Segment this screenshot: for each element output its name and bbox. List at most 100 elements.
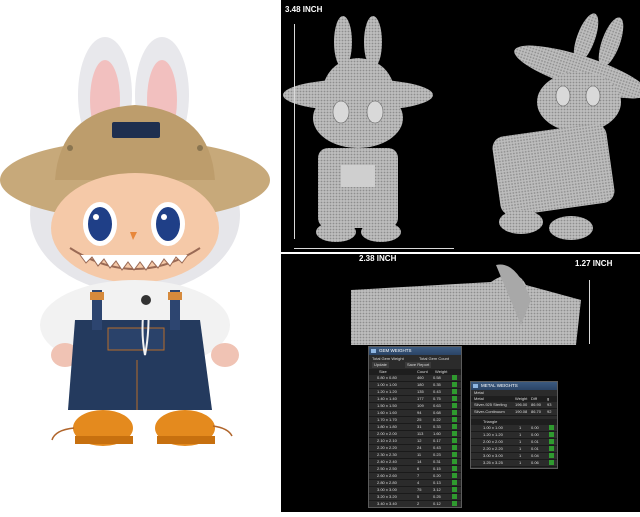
hat-crown [55, 105, 215, 180]
visibility-checkbox[interactable] [549, 439, 554, 444]
save-report-button[interactable]: Save Report [405, 362, 432, 368]
gem-row[interactable]: 0.80 x 0.80 460 0.58 [369, 375, 461, 382]
gem-cell: 0.80 x 0.80 [377, 375, 397, 380]
gem-cell: 24 [417, 445, 422, 450]
visibility-checkbox[interactable] [549, 453, 554, 458]
height-dimension-label: 3.48 INCH [285, 5, 323, 14]
visibility-checkbox[interactable] [549, 432, 554, 437]
gem-row[interactable]: 1.50 x 1.50 109 0.63 [369, 403, 461, 410]
visibility-checkbox[interactable] [452, 431, 457, 436]
gem-cell: 25 [417, 417, 422, 422]
gem-cell: 12 [417, 438, 422, 443]
gem-row[interactable]: 2.80 x 2.80 4 0.13 [369, 480, 461, 487]
visibility-checkbox[interactable] [452, 375, 457, 380]
visibility-checkbox[interactable] [549, 425, 554, 430]
gem-cell: 2.20 x 2.20 [377, 445, 397, 450]
visibility-checkbox[interactable] [452, 480, 457, 485]
gem-cell: 180 [417, 382, 424, 387]
metal-cell: 93 [547, 402, 552, 407]
visibility-checkbox[interactable] [452, 389, 457, 394]
gem-cell: 0.43 [433, 445, 441, 450]
visibility-checkbox[interactable] [452, 438, 457, 443]
metal-gem-cell: 0.04 [531, 453, 539, 458]
visibility-checkbox[interactable] [452, 424, 457, 429]
gem-row[interactable]: 3.00 x 3.00 75 3.12 [369, 487, 461, 494]
hat-eyelet-right [197, 145, 203, 151]
gem-cell: 1.60 [433, 431, 441, 436]
metal-gem-row[interactable]: 2.20 x 2.20 1 0.01 [471, 446, 557, 453]
gem-row[interactable]: 1.20 x 1.20 135 0.43 [369, 389, 461, 396]
left-sole [75, 436, 133, 444]
gem-row[interactable]: 1.70 x 1.70 25 0.22 [369, 417, 461, 424]
metal-gem-cell: 0.01 [531, 439, 539, 444]
visibility-checkbox[interactable] [549, 460, 554, 465]
right-sole [157, 436, 215, 444]
visibility-checkbox[interactable] [452, 501, 457, 506]
gem-weights-panel: GEM WEIGHTS Total Gem Weight Total Gem C… [368, 346, 462, 508]
gem-row[interactable]: 2.10 x 2.10 12 0.17 [369, 438, 461, 445]
product-photo [0, 0, 281, 512]
visibility-checkbox[interactable] [452, 487, 457, 492]
gem-row[interactable]: 2.00 x 2.00 113 1.60 [369, 431, 461, 438]
metal-gem-row[interactable]: 1.20 x 1.20 1 0.00 [471, 432, 557, 439]
visibility-checkbox[interactable] [452, 459, 457, 464]
metal-gem-row[interactable]: 3.25 x 3.25 1 0.06 [471, 460, 557, 467]
metal-cell: 196.00 [515, 402, 528, 407]
gem-row[interactable]: 3.40 x 3.40 2 0.12 [369, 501, 461, 507]
metal-cell: Silver-Continuum [474, 409, 505, 414]
metal-row[interactable]: Silver-925 Sterling 196.00 86.90 93 [471, 402, 557, 409]
gem-cell: 0.33 [433, 424, 441, 429]
width-dimension-label: 2.38 INCH [359, 254, 397, 263]
hat-patch [112, 122, 160, 138]
visibility-checkbox[interactable] [452, 452, 457, 457]
view-divider [281, 252, 640, 254]
visibility-checkbox[interactable] [452, 417, 457, 422]
gem-row[interactable]: 1.00 x 1.00 180 0.35 [369, 382, 461, 389]
gem-cell: 460 [417, 375, 424, 380]
side-view-render [351, 264, 581, 345]
depth-dimension-line [589, 280, 590, 344]
gem-cell: 0.31 [433, 459, 441, 464]
metal-gem-row[interactable]: 3.00 x 3.00 1 0.04 [471, 453, 557, 460]
update-button[interactable]: Update [372, 362, 389, 368]
gem-cell: 2.50 x 2.50 [377, 466, 397, 471]
gem-row[interactable]: 3.20 x 3.20 5 0.25 [369, 494, 461, 501]
visibility-checkbox[interactable] [452, 473, 457, 478]
gem-cell: 1.50 x 1.50 [377, 403, 397, 408]
gem-row[interactable]: 1.40 x 1.40 177 0.75 [369, 396, 461, 403]
labubu-figure-illustration [0, 37, 270, 446]
metal-gem-cell: 0.01 [531, 446, 539, 451]
metal-cell: 92 [547, 409, 552, 414]
visibility-checkbox[interactable] [452, 382, 457, 387]
right-eye [156, 207, 180, 241]
gem-cell: 0.15 [433, 466, 441, 471]
gem-cell: 2.60 x 2.60 [377, 473, 397, 478]
gem-row[interactable]: 1.80 x 1.80 31 0.33 [369, 424, 461, 431]
gem-row[interactable]: 2.50 x 2.50 6 0.15 [369, 466, 461, 473]
gem-cell: 31 [417, 424, 422, 429]
metal-gem-row[interactable]: 2.00 x 2.00 1 0.01 [471, 439, 557, 446]
gem-cell: 5 [417, 494, 420, 499]
visibility-checkbox[interactable] [452, 410, 457, 415]
visibility-checkbox[interactable] [452, 403, 457, 408]
gem-cell: 0.63 [433, 403, 441, 408]
gem-row[interactable]: 2.60 x 2.60 7 0.20 [369, 473, 461, 480]
gem-cell: 4 [417, 480, 420, 485]
gem-row[interactable]: 2.30 x 2.30 11 0.23 [369, 452, 461, 459]
visibility-checkbox[interactable] [452, 494, 457, 499]
visibility-checkbox[interactable] [452, 466, 457, 471]
metal-table-body: Silver-925 Sterling 196.00 86.90 93 Silver-C… [471, 402, 557, 416]
toggle-stopper [141, 295, 151, 305]
visibility-checkbox[interactable] [549, 446, 554, 451]
visibility-checkbox[interactable] [452, 396, 457, 401]
gem-row[interactable]: 1.60 x 1.60 94 0.68 [369, 410, 461, 417]
visibility-checkbox[interactable] [452, 445, 457, 450]
gem-row[interactable]: 2.20 x 2.20 24 0.43 [369, 445, 461, 452]
gem-cell: 3.00 x 3.00 [377, 487, 397, 492]
gem-table-body: 0.80 x 0.80 460 0.58 1.00 x 1.00 180 0.35 1.20… [369, 375, 461, 507]
gem-row[interactable]: 2.40 x 2.40 14 0.31 [369, 459, 461, 466]
metal-row[interactable]: Silver-Continuum 190.08 86.70 92 [471, 409, 557, 416]
metal-gem-row[interactable]: 1.00 x 1.00 1 0.00 [471, 425, 557, 432]
gem-cell: 7 [417, 473, 420, 478]
metal-weights-panel: METAL WEIGHTS Metal Metal Weight Diff g … [470, 381, 558, 469]
